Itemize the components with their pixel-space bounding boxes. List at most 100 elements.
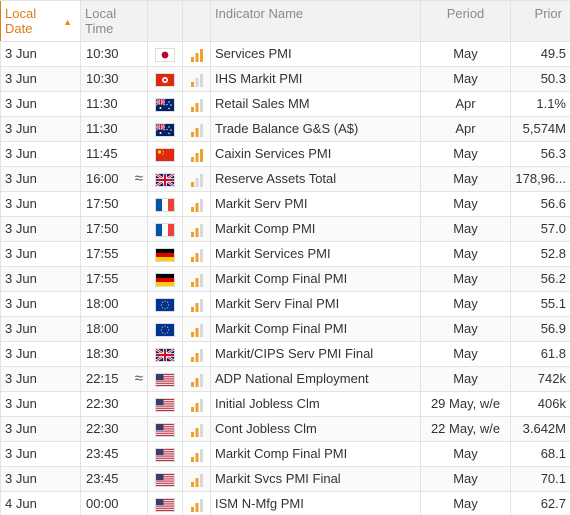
time-value: 17:50 <box>86 196 119 211</box>
column-header-volatility[interactable] <box>182 0 211 42</box>
table-row[interactable]: 3 Jun 11:45 Caixin Services PMI May 56.3 <box>0 141 570 167</box>
cell-country <box>147 491 183 515</box>
cell-volatility <box>182 141 211 167</box>
cell-indicator-name[interactable]: Services PMI <box>210 41 421 67</box>
cell-date: 3 Jun <box>0 316 81 342</box>
table-row[interactable]: 3 Jun 22:15 ≈ ADP National Employment May 742… <box>0 366 570 392</box>
column-header-indicator-name[interactable]: Indicator Name <box>210 0 421 42</box>
table-header-row: Local Date ▲ Local Time Indicator Name P… <box>0 0 570 42</box>
time-value: 23:45 <box>86 446 119 461</box>
column-header-local-time[interactable]: Local Time <box>80 0 148 42</box>
cell-prior: 742k <box>510 366 570 392</box>
table-row[interactable]: 4 Jun 00:00 ISM N-Mfg PMI May 62.7 <box>0 491 570 515</box>
cell-volatility <box>182 41 211 67</box>
cell-time: 11:45 <box>80 141 148 167</box>
cell-period: May <box>420 216 511 242</box>
cell-indicator-name[interactable]: IHS Markit PMI <box>210 66 421 92</box>
cell-indicator-name[interactable]: Cont Jobless Clm <box>210 416 421 442</box>
table-row[interactable]: 3 Jun 22:30 Cont Jobless Clm 22 May, w/e 3.6… <box>0 416 570 442</box>
cell-indicator-name[interactable]: Caixin Services PMI <box>210 141 421 167</box>
cell-indicator-name[interactable]: Initial Jobless Clm <box>210 391 421 417</box>
cell-indicator-name[interactable]: Retail Sales MM <box>210 91 421 117</box>
cell-indicator-name[interactable]: Markit Comp Final PMI <box>210 316 421 342</box>
cell-volatility <box>182 66 211 92</box>
cell-indicator-name[interactable]: Markit Serv Final PMI <box>210 291 421 317</box>
column-header-country[interactable] <box>147 0 183 42</box>
table-row[interactable]: 3 Jun 23:45 Markit Comp Final PMI May 68.1 <box>0 441 570 467</box>
cell-volatility <box>182 91 211 117</box>
time-value: 11:45 <box>86 146 118 161</box>
cell-time: 23:45 <box>80 466 148 492</box>
cell-indicator-name[interactable]: ADP National Employment <box>210 366 421 392</box>
cell-volatility <box>182 366 211 392</box>
cell-prior: 56.2 <box>510 266 570 292</box>
cell-country <box>147 291 183 317</box>
table-row[interactable]: 3 Jun 17:55 Markit Services PMI May 52.8 <box>0 241 570 267</box>
cell-time: 10:30 <box>80 66 148 92</box>
cell-indicator-name[interactable]: Markit Comp Final PMI <box>210 441 421 467</box>
cell-time: 22:30 <box>80 416 148 442</box>
cell-indicator-name[interactable]: ISM N-Mfg PMI <box>210 491 421 515</box>
column-header-prior[interactable]: Prior <box>510 0 570 42</box>
column-header-local-date[interactable]: Local Date ▲ <box>0 0 81 42</box>
cell-indicator-name[interactable]: Markit Services PMI <box>210 241 421 267</box>
volatility-medium-icon <box>190 123 204 137</box>
cell-indicator-name[interactable]: Markit/CIPS Serv PMI Final <box>210 341 421 367</box>
cell-country <box>147 266 183 292</box>
cell-date: 3 Jun <box>0 466 81 492</box>
table-row[interactable]: 3 Jun 11:30 Retail Sales MM Apr 1.1% <box>0 91 570 117</box>
hk-flag-icon <box>155 72 175 87</box>
table-row[interactable]: 3 Jun 10:30 IHS Markit PMI May 50.3 <box>0 66 570 92</box>
table-row[interactable]: 3 Jun 17:50 Markit Comp PMI May 57.0 <box>0 216 570 242</box>
cell-time: 23:45 <box>80 441 148 467</box>
cell-volatility <box>182 316 211 342</box>
column-header-period[interactable]: Period <box>420 0 511 42</box>
cell-volatility <box>182 416 211 442</box>
cell-indicator-name[interactable]: Markit Comp PMI <box>210 216 421 242</box>
cell-date: 3 Jun <box>0 191 81 217</box>
cell-time: 11:30 <box>80 91 148 117</box>
cell-date: 3 Jun <box>0 366 81 392</box>
column-header-label: Local Time <box>85 6 117 36</box>
table-row[interactable]: 3 Jun 11:30 Trade Balance G&S (A$) Apr 5,574… <box>0 116 570 142</box>
time-value: 17:55 <box>86 246 119 261</box>
time-value: 18:30 <box>86 346 119 361</box>
time-value: 22:30 <box>86 396 119 411</box>
cell-volatility <box>182 166 211 192</box>
cell-time: 18:30 <box>80 341 148 367</box>
volatility-medium-icon <box>190 323 204 337</box>
cell-date: 3 Jun <box>0 291 81 317</box>
cell-indicator-name[interactable]: Markit Comp Final PMI <box>210 266 421 292</box>
table-row[interactable]: 3 Jun 10:30 Services PMI May 49.5 <box>0 41 570 67</box>
table-row[interactable]: 3 Jun 18:00 Markit Serv Final PMI May 55.1 <box>0 291 570 317</box>
table-row[interactable]: 3 Jun 18:30 Markit/CIPS Serv PMI Final May 6… <box>0 341 570 367</box>
cell-indicator-name[interactable]: Trade Balance G&S (A$) <box>210 116 421 142</box>
cell-period: May <box>420 366 511 392</box>
table-row[interactable]: 3 Jun 17:50 Markit Serv PMI May 56.6 <box>0 191 570 217</box>
time-value: 22:15 <box>86 371 119 386</box>
cell-date: 3 Jun <box>0 391 81 417</box>
cell-date: 3 Jun <box>0 116 81 142</box>
us-flag-icon <box>155 372 175 387</box>
table-row[interactable]: 3 Jun 17:55 Markit Comp Final PMI May 56.2 <box>0 266 570 292</box>
time-value: 10:30 <box>86 46 119 61</box>
cell-country <box>147 416 183 442</box>
cell-indicator-name[interactable]: Markit Serv PMI <box>210 191 421 217</box>
table-row[interactable]: 3 Jun 23:45 Markit Svcs PMI Final May 70.1 <box>0 466 570 492</box>
cell-volatility <box>182 191 211 217</box>
table-row[interactable]: 3 Jun 22:30 Initial Jobless Clm 29 May, w/e… <box>0 391 570 417</box>
fr-flag-icon <box>155 222 175 237</box>
table-row[interactable]: 3 Jun 18:00 Markit Comp Final PMI May 56.9 <box>0 316 570 342</box>
cell-prior: 70.1 <box>510 466 570 492</box>
time-value: 11:30 <box>86 96 118 111</box>
cell-volatility <box>182 491 211 515</box>
cell-prior: 55.1 <box>510 291 570 317</box>
cell-indicator-name[interactable]: Reserve Assets Total <box>210 166 421 192</box>
volatility-medium-icon <box>190 398 204 412</box>
cell-indicator-name[interactable]: Markit Svcs PMI Final <box>210 466 421 492</box>
cell-volatility <box>182 216 211 242</box>
sort-ascending-icon: ▲ <box>63 17 72 27</box>
cell-date: 4 Jun <box>0 491 81 515</box>
table-row[interactable]: 3 Jun 16:00 ≈ Reserve Assets Total May 178,96… <box>0 166 570 192</box>
cell-period: 22 May, w/e <box>420 416 511 442</box>
